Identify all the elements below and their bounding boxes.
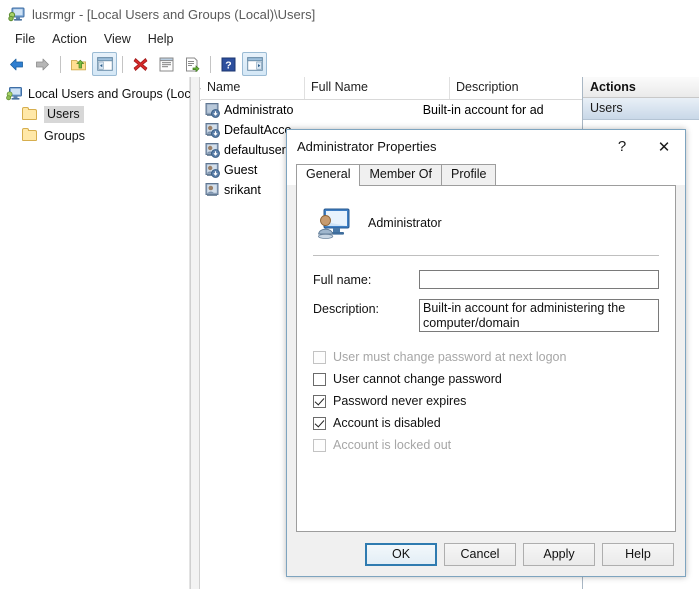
checkbox-box[interactable] bbox=[313, 416, 326, 430]
tree-item-users-label: Users bbox=[44, 106, 84, 123]
list-cell-name-text: Guest bbox=[224, 163, 258, 177]
tree-item-groups-label: Groups bbox=[44, 128, 85, 143]
menu-file[interactable]: File bbox=[7, 30, 44, 48]
toolbar-separator-3 bbox=[210, 55, 211, 73]
description-field[interactable] bbox=[419, 299, 659, 332]
checkbox-label[interactable]: User cannot change password bbox=[333, 372, 502, 386]
user-account-icon bbox=[317, 208, 350, 239]
menubar: File Action View Help bbox=[0, 28, 699, 51]
checkbox-account-is-locked-out: Account is locked out bbox=[313, 434, 659, 456]
list-cell-name-text: DefaultAcco bbox=[224, 123, 292, 137]
close-icon[interactable]: ✕ bbox=[643, 132, 685, 162]
description-row: Description: bbox=[313, 299, 659, 332]
show-action-pane-icon[interactable] bbox=[242, 52, 267, 76]
actions-group-users[interactable]: Users bbox=[583, 98, 699, 120]
folder-icon bbox=[22, 107, 39, 123]
apply-button[interactable]: Apply bbox=[523, 542, 595, 566]
checkbox-user-cannot-change-password[interactable]: User cannot change password bbox=[313, 368, 659, 390]
list-cell-name-text: defaultuser0 bbox=[224, 143, 293, 157]
user-disabled-icon bbox=[204, 102, 220, 118]
checkbox-box bbox=[313, 438, 326, 452]
toolbar: ? bbox=[0, 51, 699, 78]
show-hide-tree-icon[interactable] bbox=[92, 52, 117, 76]
checkbox-password-never-expires[interactable]: Password never expires bbox=[313, 390, 659, 412]
user-disabled-icon bbox=[204, 162, 220, 178]
checkbox-label: Account is locked out bbox=[333, 438, 452, 452]
tree-item-root-label: Local Users and Groups (Local) bbox=[28, 86, 205, 101]
list-cell-name-text: Administrator bbox=[224, 103, 294, 117]
window-title: lusrmgr - [Local Users and Groups (Local… bbox=[32, 6, 316, 22]
user-disabled-icon bbox=[204, 122, 220, 138]
tree-item-root[interactable]: Local Users and Groups (Local) bbox=[0, 83, 204, 104]
mmc-console-icon bbox=[8, 6, 25, 23]
divider bbox=[313, 255, 659, 256]
ok-button[interactable]: OK bbox=[365, 542, 437, 566]
toolbar-separator-1 bbox=[60, 55, 61, 73]
tab-profile[interactable]: Profile bbox=[441, 164, 497, 185]
tab-general[interactable]: General bbox=[296, 164, 361, 186]
cancel-button[interactable]: Cancel bbox=[444, 542, 516, 566]
checkbox-box[interactable] bbox=[313, 372, 326, 386]
folder-icon bbox=[22, 128, 39, 144]
account-header: Administrator bbox=[313, 200, 659, 246]
user-icon bbox=[204, 182, 220, 198]
dialog-titlebar: Administrator Properties ? ✕ bbox=[287, 130, 685, 164]
menu-view[interactable]: View bbox=[96, 30, 140, 48]
help-icon[interactable]: ? bbox=[601, 132, 643, 162]
full-name-label: Full name: bbox=[313, 273, 372, 287]
checkbox-account-is-disabled[interactable]: Account is disabled bbox=[313, 412, 659, 434]
tree-item-groups[interactable]: Groups bbox=[0, 125, 189, 146]
console-root-icon bbox=[6, 86, 23, 102]
checkbox-box[interactable] bbox=[313, 394, 326, 408]
export-list-icon[interactable] bbox=[180, 52, 205, 76]
tree-item-users[interactable]: Users bbox=[0, 104, 189, 125]
lusrmgr-window: lusrmgr - [Local Users and Groups (Local… bbox=[0, 0, 699, 589]
checkbox-label[interactable]: Password never expires bbox=[333, 394, 466, 408]
list-cell-name: DefaultAcco bbox=[201, 122, 293, 138]
back-icon[interactable] bbox=[4, 52, 29, 76]
svg-text:?: ? bbox=[225, 59, 231, 71]
checkbox-user-must-change-password: User must change password at next logon bbox=[313, 346, 659, 368]
table-row[interactable]: Administrator Built-in account for ad bbox=[201, 100, 582, 120]
full-name-field[interactable] bbox=[419, 270, 659, 289]
full-name-row: Full name: bbox=[313, 270, 659, 289]
column-header-full-name[interactable]: Full Name bbox=[305, 77, 450, 99]
delete-icon[interactable] bbox=[128, 52, 153, 76]
checkbox-box bbox=[313, 350, 326, 364]
description-label: Description: bbox=[313, 302, 379, 316]
account-options: User must change password at next logon … bbox=[313, 346, 659, 456]
help-icon[interactable]: ? bbox=[216, 52, 241, 76]
tab-panel-general: Administrator Full name: Description: Us… bbox=[296, 185, 676, 532]
dialog-title: Administrator Properties bbox=[297, 139, 437, 154]
list-cell-description: Built-in account for ad bbox=[422, 103, 544, 117]
menu-help[interactable]: Help bbox=[140, 30, 183, 48]
window-titlebar: lusrmgr - [Local Users and Groups (Local… bbox=[0, 0, 699, 28]
toolbar-separator-2 bbox=[122, 55, 123, 73]
list-cell-name: Guest bbox=[201, 162, 293, 178]
actions-pane-header: Actions bbox=[583, 77, 699, 98]
checkbox-label: User must change password at next logon bbox=[333, 350, 567, 364]
dialog-tabstrip: General Member Of Profile bbox=[287, 164, 685, 186]
tree-pane: Local Users and Groups (Local) Users Gro… bbox=[0, 77, 204, 589]
properties-icon[interactable] bbox=[154, 52, 179, 76]
menu-action[interactable]: Action bbox=[44, 30, 96, 48]
list-cell-name-text: srikant bbox=[224, 183, 261, 197]
list-cell-name: defaultuser0 bbox=[201, 142, 293, 158]
column-header-description[interactable]: Description bbox=[450, 77, 582, 99]
list-cell-name: Administrator bbox=[201, 102, 293, 118]
pane-splitter[interactable] bbox=[190, 77, 200, 589]
help-button[interactable]: Help bbox=[602, 542, 674, 566]
column-header-name[interactable]: Name bbox=[201, 77, 305, 99]
user-disabled-icon bbox=[204, 142, 220, 158]
dialog-button-bar: OK Cancel Apply Help bbox=[287, 532, 685, 576]
account-name-label: Administrator bbox=[368, 216, 442, 230]
list-column-headers: Name Full Name Description bbox=[201, 77, 582, 100]
list-cell-name: srikant bbox=[201, 182, 293, 198]
administrator-properties-dialog: Administrator Properties ? ✕ General Mem… bbox=[286, 129, 686, 577]
checkbox-label[interactable]: Account is disabled bbox=[333, 416, 441, 430]
forward-icon[interactable] bbox=[30, 52, 55, 76]
up-folder-icon[interactable] bbox=[66, 52, 91, 76]
tab-member-of[interactable]: Member Of bbox=[359, 164, 442, 185]
